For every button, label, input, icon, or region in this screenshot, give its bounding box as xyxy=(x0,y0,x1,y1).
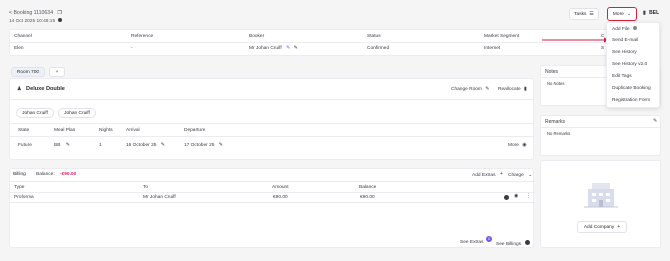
menu-item-add-file[interactable]: Add File xyxy=(612,26,637,32)
see-billings-button[interactable]: See Billings xyxy=(496,240,531,247)
notes-title: Notes xyxy=(545,69,559,75)
column-header: State xyxy=(18,128,30,133)
column-header: Channel xyxy=(14,34,32,39)
add-extras-button[interactable]: Add Extras xyxy=(472,173,495,178)
remarks-title: Remarks xyxy=(545,119,566,125)
user-icon: ▮ xyxy=(643,10,646,16)
copy-icon[interactable]: ❐ xyxy=(58,11,62,16)
billing-to-value: Mr Johan Cruiff xyxy=(143,195,176,200)
column-header: Nights xyxy=(99,128,113,133)
guest-chip[interactable]: Johan Cruiff xyxy=(58,108,96,118)
room-more-button[interactable]: More ◉ xyxy=(508,142,527,149)
room-type: ♟ Deluxe Double xyxy=(17,86,65,92)
more-menu: Add File Send E-mail See History See His… xyxy=(606,22,660,108)
column-header: Departure xyxy=(184,128,206,133)
billing-tab[interactable]: Billing xyxy=(13,172,26,177)
balance-value: -€90.00 xyxy=(60,172,77,177)
edit-icon: ✎ xyxy=(485,86,490,92)
column-header: Reference xyxy=(131,34,154,39)
billing-type-value: Proforma xyxy=(14,195,34,200)
back-link[interactable]: < Booking 1110634 ❐ xyxy=(9,10,62,16)
column-header: Arrival xyxy=(126,128,140,133)
nights-value: 1 xyxy=(99,143,102,148)
menu-item-see-history[interactable]: See History xyxy=(612,50,637,55)
menu-item-see-history-v2[interactable]: See History v2.0 xyxy=(612,62,647,67)
billing-balance-value: €90.00 xyxy=(360,195,375,200)
edit-icon[interactable]: ✎ xyxy=(653,119,657,124)
market-segment-value: Internet xyxy=(484,46,501,51)
guest-chip[interactable]: Johan Cruiff xyxy=(16,108,54,118)
kebab-menu-icon[interactable]: ⋮ xyxy=(526,194,531,199)
remarks-card: Remarks ✎ No Remarks xyxy=(540,115,662,156)
list-icon: ☰ xyxy=(589,10,594,17)
truncated-value: S xyxy=(601,46,605,51)
plus-icon: + xyxy=(617,223,621,230)
annotation-arrow xyxy=(542,37,609,43)
booking-date: 14 Oct 2025 10:48:15 xyxy=(9,18,63,24)
print-icon[interactable] xyxy=(504,195,509,200)
menu-item-edit-tags[interactable]: Edit Tags xyxy=(612,74,632,79)
column-header: Balance xyxy=(359,185,377,190)
tab-room-700[interactable]: Room 700 xyxy=(11,67,45,77)
company-card: Add Company + xyxy=(540,160,661,248)
column-header: Meal Plan xyxy=(54,128,76,133)
chevron-down-icon: ⌄ xyxy=(528,172,533,178)
tag-icon: ✎ xyxy=(286,45,291,51)
menu-item-send-email[interactable]: Send E-mail xyxy=(612,38,638,43)
door-icon: ▮ xyxy=(524,86,527,92)
column-header: Type xyxy=(14,185,25,190)
departure-value[interactable]: 17 October 25 ✎ xyxy=(184,142,223,149)
meal-plan-value[interactable]: BB ✎ xyxy=(54,142,70,149)
edit-icon: ✎ xyxy=(160,142,165,148)
billing-amount-value: €90.00 xyxy=(273,195,288,200)
balance-label: Balance: xyxy=(36,172,55,177)
billing-card: Billing Balance: -€90.00 Add Extras + Ch… xyxy=(9,168,535,248)
reallocate-button[interactable]: Reallocate ▮ xyxy=(498,86,527,93)
booker-value[interactable]: Mr Johan Cruiff ✎ ✎ xyxy=(249,45,298,52)
booking-summary-table: Channel Reference Booker Status Market S… xyxy=(9,29,610,56)
room-card: ♟ Deluxe Double Change Room ✎ Reallocate… xyxy=(9,78,535,160)
column-header: Status xyxy=(367,34,381,39)
user-menu[interactable]: ▮ BEL xyxy=(643,10,659,16)
reference-value: - xyxy=(131,46,133,51)
edit-icon: ✎ xyxy=(218,142,223,148)
notes-empty: No Notes xyxy=(547,81,565,86)
bell-icon: ♟ xyxy=(17,86,22,92)
tasks-button[interactable]: Tasks ☰ xyxy=(569,8,599,20)
menu-item-registration-form[interactable]: Registration Form xyxy=(612,98,650,103)
eye-icon: ◉ xyxy=(522,142,527,148)
status-value: Confirmed xyxy=(367,46,390,51)
remarks-empty: No Remarks xyxy=(547,131,571,136)
charge-button[interactable]: Charge ⌄ xyxy=(508,172,533,179)
more-button[interactable]: More ⌄ xyxy=(607,7,637,21)
upload-icon xyxy=(632,26,637,30)
menu-item-duplicate-booking[interactable]: Duplicate Booking xyxy=(612,86,651,91)
change-room-button[interactable]: Change Room ✎ xyxy=(451,86,490,93)
add-room-tab[interactable]: + xyxy=(49,67,65,77)
arrival-value[interactable]: 16 October 25 ✎ xyxy=(126,142,165,149)
eye-icon[interactable]: ◉ xyxy=(514,194,518,199)
booking-title: < Booking 1110634 xyxy=(9,10,54,16)
plus-icon[interactable]: + xyxy=(500,172,503,177)
state-value: Future xyxy=(18,143,32,148)
column-header: Booker xyxy=(249,34,265,39)
column-header: Market Segment xyxy=(484,34,520,39)
billing-icon xyxy=(525,240,531,245)
extras-count-badge: 0 xyxy=(486,236,492,242)
chevron-down-icon: ⌄ xyxy=(626,10,632,17)
see-extras-button[interactable]: See Extras xyxy=(460,240,483,245)
edit-icon[interactable]: ✎ xyxy=(294,46,298,51)
channel-value: Elen xyxy=(14,46,24,51)
company-illustration xyxy=(584,183,618,208)
edit-icon: ✎ xyxy=(65,142,70,148)
column-header: Amount xyxy=(272,185,289,190)
add-company-button[interactable]: Add Company + xyxy=(577,221,627,233)
info-icon[interactable] xyxy=(58,18,63,22)
column-header: To xyxy=(143,185,149,190)
